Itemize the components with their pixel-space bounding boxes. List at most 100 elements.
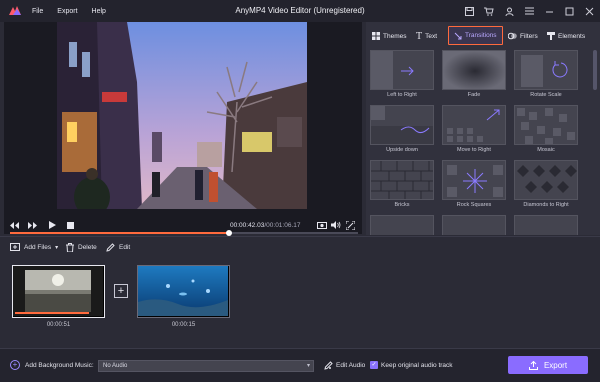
menu-icon[interactable] <box>524 6 534 16</box>
edit-audio-label: Edit Audio <box>336 362 366 369</box>
video-preview <box>4 22 362 236</box>
street-scene-image <box>57 22 307 209</box>
clip-duration: 00:00:15 <box>171 322 196 328</box>
add-clip-button[interactable]: + <box>114 284 128 298</box>
tab-transitions[interactable]: Transitions <box>448 26 503 45</box>
effects-tabs: Themes T Text Transitions Filters Elemen… <box>366 26 600 46</box>
export-icon <box>528 360 538 370</box>
title-bar: File Export Help AnyMP4 Video Editor (Un… <box>0 0 600 22</box>
tab-filters-label: Filters <box>520 32 538 40</box>
transition-partial[interactable] <box>370 215 434 235</box>
transition-move-to-right[interactable]: Move to Right <box>442 105 506 153</box>
menu-help[interactable]: Help <box>92 8 106 15</box>
timeline-clip[interactable]: 00:00:15 <box>137 265 230 328</box>
transition-thumbnail <box>370 215 434 235</box>
menu-file[interactable]: File <box>32 8 43 15</box>
transition-bricks[interactable]: Bricks <box>370 160 434 208</box>
close-icon[interactable] <box>584 6 594 16</box>
volume-icon[interactable] <box>330 219 342 231</box>
total-time: 00:01:06.17 <box>266 222 301 229</box>
tab-text[interactable]: T Text <box>416 26 437 46</box>
timeline-clip[interactable]: 00:00:51 <box>12 265 105 328</box>
tab-text-label: Text <box>425 32 438 40</box>
menu-bar: File Export Help <box>32 0 106 22</box>
save-icon[interactable] <box>464 6 474 16</box>
keep-audio-label: Keep original audio track <box>381 361 453 369</box>
check-icon[interactable]: ✓ <box>370 361 378 369</box>
audio-select[interactable]: No Audio ▾ <box>98 360 314 372</box>
add-circle-icon[interactable]: + <box>10 360 20 370</box>
tab-transitions-label: Transitions <box>465 32 497 39</box>
transitions-grid: Left to Right Fade Rotate Scale Upside d… <box>370 50 584 235</box>
transition-upside-down[interactable]: Upside down <box>370 105 434 153</box>
transition-thumbnail <box>370 160 434 200</box>
minimize-icon[interactable] <box>544 6 554 16</box>
edit-toolbar: Add Files ▾ Delete Edit <box>0 236 600 256</box>
fast-forward-icon[interactable] <box>26 219 38 231</box>
transition-left-to-right[interactable]: Left to Right <box>370 50 434 98</box>
clip-thumbnail <box>12 265 105 318</box>
bottom-bar: + Add Background Music: No Audio ▾ Edit … <box>0 348 600 382</box>
transition-thumbnail <box>442 215 506 235</box>
transition-partial[interactable] <box>442 215 506 235</box>
export-label: Export <box>543 360 568 370</box>
add-files-label: Add Files <box>24 243 52 251</box>
delete-label: Delete <box>78 243 97 251</box>
player-controls: 00:00:42.03/00:01:06.17 <box>4 217 362 235</box>
tab-elements[interactable]: Elements <box>547 26 585 46</box>
themes-icon <box>372 32 380 40</box>
chevron-down-icon[interactable]: ▾ <box>55 244 58 251</box>
stop-icon[interactable] <box>64 219 76 231</box>
cart-icon[interactable] <box>484 6 494 16</box>
transition-thumbnail <box>442 50 506 90</box>
timeline: 00:00:51 + 00:00:15 <box>0 256 600 342</box>
transition-label: Move to Right <box>457 147 491 153</box>
tab-elements-label: Elements <box>558 32 586 40</box>
rewind-icon[interactable] <box>8 219 20 231</box>
transition-rotate-scale[interactable]: Rotate Scale <box>514 50 578 98</box>
effects-panel: Themes T Text Transitions Filters Elemen… <box>366 22 600 235</box>
window-controls <box>464 0 594 22</box>
add-file-icon <box>10 243 20 251</box>
app-logo-icon <box>9 6 21 15</box>
transition-thumbnail <box>442 105 506 145</box>
add-background-music[interactable]: + Add Background Music: <box>10 360 94 370</box>
elements-icon <box>547 32 555 40</box>
clip-duration: 00:00:51 <box>46 322 71 328</box>
add-bg-music-label: Add Background Music: <box>25 361 94 369</box>
transition-label: Fade <box>467 92 481 98</box>
transition-label: Mosaic <box>537 147 555 153</box>
clip-thumbnail <box>137 265 230 318</box>
transition-label: Upside down <box>386 147 418 153</box>
transition-thumbnail <box>514 50 578 90</box>
transition-mosaic[interactable]: Mosaic <box>514 105 578 153</box>
transition-thumbnail <box>514 105 578 145</box>
edit-button[interactable]: Edit <box>106 241 130 253</box>
keep-audio-checkbox[interactable]: ✓ Keep original audio track <box>370 361 453 369</box>
chevron-down-icon: ▾ <box>306 363 310 369</box>
edit-audio-icon <box>324 361 333 370</box>
panel-scrollbar[interactable] <box>593 50 597 90</box>
tab-filters[interactable]: Filters <box>508 26 538 46</box>
edit-audio-button[interactable]: Edit Audio <box>324 361 365 370</box>
transition-diamonds-to-right[interactable]: Diamonds to Right <box>514 160 578 208</box>
video-frame[interactable] <box>57 22 307 209</box>
play-icon[interactable] <box>46 219 58 231</box>
menu-export[interactable]: Export <box>57 8 77 15</box>
delete-button[interactable]: Delete <box>66 241 97 253</box>
add-files-button[interactable]: Add Files ▾ <box>10 241 58 253</box>
transition-partial[interactable] <box>514 215 578 235</box>
tab-themes[interactable]: Themes <box>372 26 406 46</box>
transition-rock-squares[interactable]: Rock Squares <box>442 160 506 208</box>
transition-thumbnail <box>514 160 578 200</box>
transition-fade[interactable]: Fade <box>442 50 506 98</box>
snapshot-icon[interactable] <box>316 219 328 231</box>
trash-icon <box>66 242 74 252</box>
export-button[interactable]: Export <box>508 356 588 374</box>
edit-icon <box>106 242 115 252</box>
maximize-icon[interactable] <box>564 6 574 16</box>
transition-label: Rock Squares <box>456 202 492 208</box>
fullscreen-icon[interactable] <box>344 219 356 231</box>
transition-thumbnail <box>514 215 578 235</box>
user-icon[interactable] <box>504 6 514 16</box>
